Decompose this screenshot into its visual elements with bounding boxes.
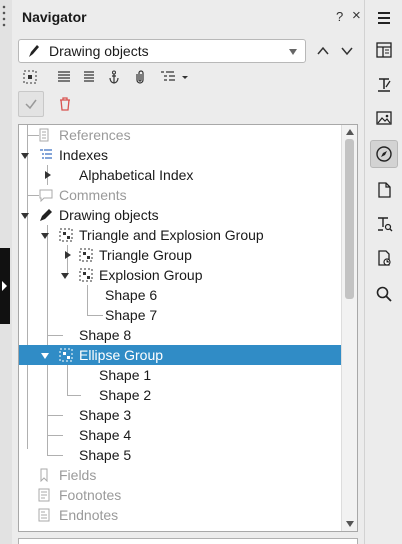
dock-strip (0, 0, 12, 544)
tree-item-comments[interactable]: Comments (19, 185, 343, 205)
tree-item-label: Footnotes (59, 487, 122, 503)
tree-item-shape-1[interactable]: Shape 1 (19, 365, 343, 385)
tree-item-triangle-explosion-group[interactable]: Triangle and Explosion Group (19, 225, 343, 245)
tree-item-references[interactable]: References (19, 125, 343, 145)
tree-item-label: Comments (59, 187, 127, 203)
comment-icon (39, 188, 53, 203)
endnote-icon (37, 508, 51, 522)
manage-changes-icon[interactable] (370, 244, 398, 272)
tree-item-ellipse-group[interactable]: Ellipse Group (19, 345, 343, 365)
tree-item-label: Alphabetical Index (79, 167, 194, 183)
expand-icon[interactable] (65, 251, 71, 259)
gallery-icon[interactable] (370, 104, 398, 132)
tree-item-shape-4[interactable]: Shape 4 (19, 425, 343, 445)
tree-item-label: References (59, 127, 131, 143)
previous-object-button[interactable] (314, 42, 332, 60)
scroll-thumb[interactable] (345, 139, 354, 299)
next-object-button[interactable] (338, 42, 356, 60)
scroll-down-icon[interactable] (346, 521, 354, 527)
pen-icon (39, 208, 53, 222)
content-type-select[interactable]: Drawing objects (18, 39, 306, 63)
tree-item-triangle-group[interactable]: Triangle Group (19, 245, 343, 265)
tree-item-label: Shape 7 (105, 307, 158, 323)
tree-item-shape-6[interactable]: Shape 6 (19, 285, 343, 305)
anchor-icon[interactable] (104, 68, 124, 86)
toggle-icon[interactable] (20, 68, 40, 86)
tree-item-label: Shape 2 (99, 387, 152, 403)
tree-item-label: Shape 6 (105, 287, 158, 303)
tree-item-label: Shape 4 (79, 427, 132, 443)
document-select[interactable] (18, 538, 358, 544)
tree-item-label: Shape 3 (79, 407, 132, 423)
tree-item-shape-5[interactable]: Shape 5 (19, 445, 343, 465)
tree-item-indexes[interactable]: Indexes (19, 145, 343, 165)
tree-item-alphabetical-index[interactable]: Alphabetical Index (19, 165, 343, 185)
collapse-icon[interactable] (21, 153, 29, 159)
tree-item-label: Triangle and Explosion Group (79, 227, 264, 243)
help-button[interactable]: ? (336, 9, 343, 24)
expand-icon[interactable] (45, 171, 51, 179)
tree-item-label: Ellipse Group (79, 347, 164, 363)
group-icon (79, 248, 93, 262)
collapse-icon[interactable] (41, 353, 49, 359)
sidebar-tabbar (364, 0, 402, 544)
bookmark-icon (37, 468, 51, 483)
navigator-panel: Navigator ? × Drawing objects References… (12, 0, 364, 544)
tree-item-drawing-objects[interactable]: Drawing objects (19, 205, 343, 225)
tree-item-footnotes[interactable]: Footnotes (19, 485, 343, 505)
chevron-down-icon (289, 49, 297, 55)
tree-item-label: Shape 5 (79, 447, 132, 463)
tree-item-shape-8[interactable]: Shape 8 (19, 325, 343, 345)
index-icon (39, 148, 53, 162)
tree-item-shape-2[interactable]: Shape 2 (19, 385, 343, 405)
tree-item-label: Shape 1 (99, 367, 152, 383)
tree-item-label: Shape 8 (79, 327, 132, 343)
tree-item-fields[interactable]: Fields (19, 465, 343, 485)
properties-icon[interactable] (370, 36, 398, 64)
group-icon (59, 348, 73, 362)
page-icon[interactable] (370, 176, 398, 204)
tree-item-label: Triangle Group (99, 247, 192, 263)
navigator-tree[interactable]: References Indexes Alphabetical Index Co… (18, 124, 358, 532)
scroll-up-icon[interactable] (346, 129, 354, 135)
headings-promote-icon[interactable] (54, 68, 74, 86)
tree-item-shape-7[interactable]: Shape 7 (19, 305, 343, 325)
collapse-panel-button[interactable] (0, 248, 10, 324)
attach-icon[interactable] (130, 68, 150, 86)
close-button[interactable]: × (352, 7, 361, 24)
group-icon (59, 228, 73, 242)
tree-item-label: Explosion Group (99, 267, 203, 283)
headings-demote-icon[interactable] (78, 68, 98, 86)
apply-button[interactable] (18, 91, 44, 117)
navigator-icon[interactable] (370, 140, 398, 168)
style-inspector-icon[interactable] (370, 210, 398, 238)
page-styles-icon[interactable] (370, 70, 398, 98)
tree-item-label: Endnotes (59, 507, 119, 523)
references-icon (37, 128, 51, 142)
collapse-icon[interactable] (21, 213, 29, 219)
title-bar: Navigator ? × (12, 0, 364, 36)
collapse-icon[interactable] (41, 233, 49, 239)
tree-item-label: Fields (59, 467, 97, 483)
pen-icon (27, 43, 41, 62)
tree-scrollbar[interactable] (341, 125, 357, 531)
tree-item-label: Drawing objects (59, 207, 159, 223)
tree-item-endnotes[interactable]: Endnotes (19, 505, 343, 525)
tree-item-shape-3[interactable]: Shape 3 (19, 405, 343, 425)
find-icon[interactable] (370, 280, 398, 308)
delete-button[interactable] (52, 91, 78, 117)
tree-item-explosion-group[interactable]: Explosion Group (19, 265, 343, 285)
footnote-icon (37, 488, 51, 502)
tree-item-label: Indexes (59, 147, 109, 163)
menu-icon[interactable] (370, 4, 398, 32)
panel-title: Navigator (22, 9, 87, 25)
collapse-icon[interactable] (61, 273, 69, 279)
content-type-value: Drawing objects (49, 43, 149, 59)
drag-handle-icon[interactable] (2, 4, 6, 28)
heading-levels-icon[interactable] (160, 68, 190, 86)
group-icon (79, 268, 93, 282)
